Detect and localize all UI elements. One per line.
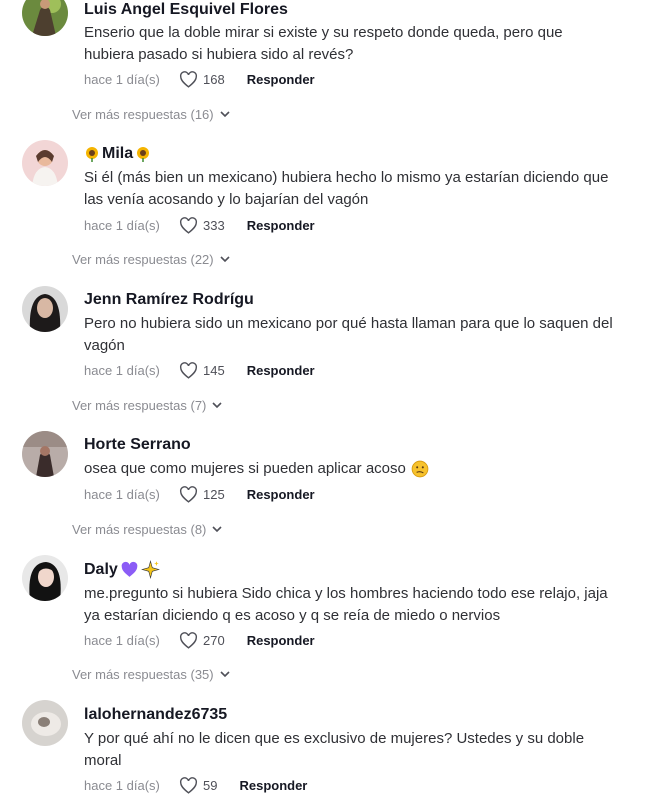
like-count: 59 xyxy=(203,778,218,793)
view-more-replies[interactable]: Ver más respuestas (7) xyxy=(72,398,222,413)
comment-meta: hace 1 día(s) 59 Responder xyxy=(84,777,307,794)
heart-icon xyxy=(180,632,197,649)
sunflower-icon xyxy=(137,147,150,162)
sparkles-icon xyxy=(140,560,160,579)
comment-username[interactable]: Horte Serrano xyxy=(84,436,191,454)
like-button[interactable]: 59 xyxy=(179,777,217,794)
avatar[interactable] xyxy=(22,286,68,332)
comment-username[interactable]: Luis Angel Esquivel Flores xyxy=(84,1,288,19)
like-button[interactable]: 168 xyxy=(179,71,225,88)
chevron-down-icon xyxy=(220,671,230,678)
comment-meta: hace 1 día(s) 333 Responder xyxy=(84,217,315,234)
username-text[interactable]: lalohernandez6735 xyxy=(84,706,227,724)
comment-username[interactable]: Daly xyxy=(84,560,160,579)
comment-username[interactable]: lalohernandez6735 xyxy=(84,706,227,724)
comment-text-content: osea que como mujeres si pueden aplicar … xyxy=(84,460,406,477)
username-text[interactable]: Mila xyxy=(102,145,133,163)
comment-time: hace 1 día(s) xyxy=(84,633,160,648)
username-text[interactable]: Daly xyxy=(84,561,118,579)
sunflower-icon xyxy=(86,147,98,162)
view-more-replies[interactable]: Ver más respuestas (8) xyxy=(72,522,222,537)
like-count: 125 xyxy=(203,487,225,502)
like-count: 168 xyxy=(203,72,225,87)
reply-button[interactable]: Responder xyxy=(247,218,315,233)
comment-username[interactable]: Mila xyxy=(84,145,151,163)
comment-text: osea que como mujeres si pueden aplicar … xyxy=(84,458,614,480)
purple-heart-icon xyxy=(121,561,138,577)
comment-time: hace 1 día(s) xyxy=(84,72,160,87)
heart-icon xyxy=(180,486,197,503)
view-more-replies-label: Ver más respuestas (8) xyxy=(72,522,207,537)
like-count: 270 xyxy=(203,633,225,648)
view-more-replies-label: Ver más respuestas (16) xyxy=(72,107,214,122)
view-more-replies[interactable]: Ver más respuestas (22) xyxy=(72,252,230,267)
comment-username[interactable]: Jenn Ramírez Rodrígu xyxy=(84,291,254,309)
like-button[interactable]: 333 xyxy=(179,217,225,234)
comment-time: hace 1 día(s) xyxy=(84,778,160,793)
heart-icon xyxy=(180,71,197,88)
confused-face-icon xyxy=(411,460,429,478)
view-more-replies[interactable]: Ver más respuestas (16) xyxy=(72,107,230,122)
view-more-replies-label: Ver más respuestas (22) xyxy=(72,252,214,267)
heart-icon xyxy=(180,362,197,379)
comment-text: Pero no hubiera sido un mexicano por qué… xyxy=(84,315,613,354)
username-text[interactable]: Horte Serrano xyxy=(84,436,191,454)
reply-button[interactable]: Responder xyxy=(247,633,315,648)
comment-text: Y por qué ahí no le dicen que es exclusi… xyxy=(84,730,585,769)
reply-button[interactable]: Responder xyxy=(247,363,315,378)
chevron-down-icon xyxy=(220,111,230,118)
avatar[interactable] xyxy=(22,700,68,746)
reply-button[interactable]: Responder xyxy=(247,487,315,502)
chevron-down-icon xyxy=(212,402,222,409)
comment-time: hace 1 día(s) xyxy=(84,487,160,502)
username-text[interactable]: Jenn Ramírez Rodrígu xyxy=(84,291,254,309)
comment-meta: hace 1 día(s) 168 Responder xyxy=(84,71,315,88)
avatar[interactable] xyxy=(22,555,68,601)
avatar[interactable] xyxy=(22,431,68,477)
like-count: 145 xyxy=(203,363,225,378)
like-button[interactable]: 270 xyxy=(179,632,225,649)
avatar[interactable] xyxy=(22,140,68,186)
like-button[interactable]: 125 xyxy=(179,486,225,503)
chevron-down-icon xyxy=(220,256,230,263)
like-button[interactable]: 145 xyxy=(179,362,225,379)
heart-icon xyxy=(180,777,197,794)
avatar[interactable] xyxy=(22,0,68,36)
comment-time: hace 1 día(s) xyxy=(84,218,160,233)
reply-button[interactable]: Responder xyxy=(247,72,315,87)
like-count: 333 xyxy=(203,218,225,233)
comment-text: Si él (más bien un mexicano) hubiera hec… xyxy=(84,169,609,208)
view-more-replies[interactable]: Ver más respuestas (35) xyxy=(72,667,230,682)
comment-time: hace 1 día(s) xyxy=(84,363,160,378)
chevron-down-icon xyxy=(212,526,222,533)
comment-meta: hace 1 día(s) 145 Responder xyxy=(84,362,315,379)
heart-icon xyxy=(180,217,197,234)
reply-button[interactable]: Responder xyxy=(239,778,307,793)
comment-meta: hace 1 día(s) 125 Responder xyxy=(84,486,315,503)
comment-text: Enserio que la doble mirar si existe y s… xyxy=(84,24,563,63)
comment-meta: hace 1 día(s) 270 Responder xyxy=(84,632,315,649)
comment-text: me.pregunto si hubiera Sido chica y los … xyxy=(84,585,608,624)
view-more-replies-label: Ver más respuestas (7) xyxy=(72,398,207,413)
view-more-replies-label: Ver más respuestas (35) xyxy=(72,667,214,682)
username-text[interactable]: Luis Angel Esquivel Flores xyxy=(84,1,288,19)
